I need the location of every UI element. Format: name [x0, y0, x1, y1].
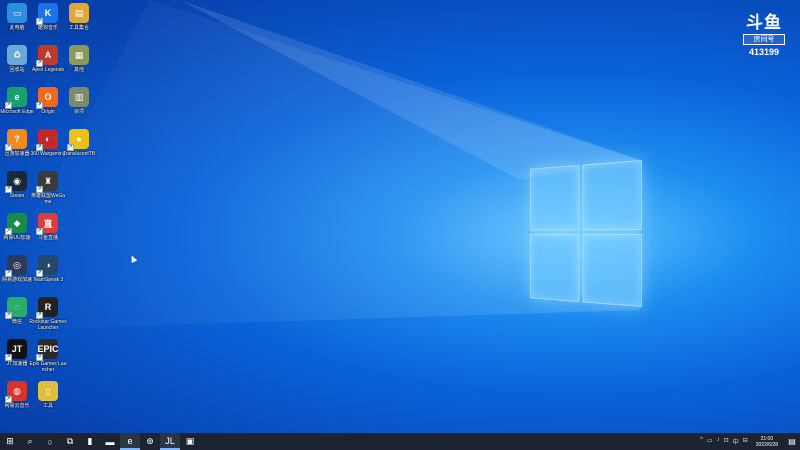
desktop-icon-folder-1[interactable]: ▤ 工具集合: [62, 3, 96, 31]
clock[interactable]: 21:00 2022/6/28: [750, 436, 784, 448]
file-icon[interactable]: ▮: [80, 433, 100, 450]
tray-icon-3[interactable]: ⊡: [722, 437, 731, 446]
orange-app-taskbar-icon[interactable]: ▣: [180, 433, 200, 450]
folder-4-icon: ▯: [38, 381, 58, 401]
search-icon[interactable]: ⌕: [20, 433, 40, 450]
desktop-icon-app-yellow[interactable]: ● ↗ TranslucentTB: [62, 129, 96, 157]
rockstar-icon: R ↗: [36, 297, 58, 319]
mouse-cursor: [128, 254, 138, 263]
desktop-icon-folder-3[interactable]: ▥ 杂项: [62, 87, 96, 115]
tray-icon-2[interactable]: ♪: [715, 437, 722, 446]
shortcut-arrow-icon: ↗: [36, 60, 43, 67]
shortcut-arrow-icon: ↗: [36, 102, 43, 109]
shortcut-arrow-icon: ↗: [36, 354, 43, 361]
app-green-icon: ◆ ↗: [5, 213, 27, 235]
shortcut-arrow-icon: ↗: [36, 144, 43, 151]
desktop-icon-teamspeak[interactable]: ◑ ↗ TeamSpeak 3: [31, 255, 65, 283]
folder-3-icon: ▥: [69, 87, 89, 107]
netease-music-icon: ◍ ↗: [5, 381, 27, 403]
desktop-icon-folder-2[interactable]: ▦ 其他: [62, 45, 96, 73]
room-id: 413199: [748, 47, 780, 57]
shortcut-arrow-icon: ↗: [36, 228, 43, 235]
clock-date: 2022/6/28: [755, 441, 778, 448]
desktop-icon-label: Epic Games Launcher: [29, 361, 67, 373]
desktop-icon-label: 杂项: [73, 109, 84, 115]
desktop-icon-label: 工具集合: [68, 25, 89, 31]
start-icon[interactable]: ⊞: [0, 433, 20, 450]
shortcut-arrow-icon: ↗: [5, 186, 12, 193]
taskbar: ⊞ ⌕ ○ ⧉ ▮ ▬ e ⊛ JL ▣ ^ ▭ ♪ ⊡ 中 ⊟ 21:00 2022/6/28 ▤: [0, 433, 800, 450]
desktop-icon-label: Rockstar Games Launcher: [29, 319, 67, 331]
desktop-icon-game-1[interactable]: ♜ ↗ 英雄联盟WeGame: [31, 171, 65, 205]
desktop-icon-rockstar[interactable]: R ↗ Rockstar Games Launcher: [29, 297, 67, 331]
epic-icon: EPIC ↗: [36, 339, 59, 361]
desktop-icon-label: 英雄联盟WeGame: [30, 193, 66, 205]
apex-icon: A ↗: [36, 45, 58, 67]
app-yellow-icon: ● ↗: [67, 129, 89, 151]
wallpaper-light-beams: [0, 0, 640, 330]
douyu-watermark: 斗鱼 房间号 413199: [742, 12, 786, 57]
folder-1-icon: ▤: [69, 3, 89, 23]
shortcut-arrow-icon: ↗: [5, 312, 12, 319]
tray-icon-1[interactable]: ▭: [705, 437, 715, 446]
this-pc-icon: ▭: [7, 3, 27, 23]
shortcut-arrow-icon: ↗: [36, 270, 43, 277]
desktop-icon-label: 斗鱼直播: [37, 235, 58, 241]
app-red-tv-icon: 直 ↗: [36, 213, 58, 235]
shortcut-arrow-icon: ↗: [36, 186, 43, 193]
room-label: 房间号: [743, 34, 785, 45]
edge-icon: e ↗: [5, 87, 27, 109]
recycle-bin-icon: ♻: [7, 45, 27, 65]
system-tray: ^ ▭ ♪ ⊡ 中 ⊟ 21:00 2022/6/28 ▤: [698, 433, 800, 450]
shortcut-arrow-icon: ↗: [5, 228, 12, 235]
task-view-icon[interactable]: ⧉: [60, 433, 80, 450]
shortcut-arrow-icon: ↗: [36, 312, 43, 319]
desktop-icon-label: 其他: [73, 67, 84, 73]
shortcut-arrow-icon: ↗: [5, 102, 12, 109]
desktop-icon-app-red-tv[interactable]: 直 ↗ 斗鱼直播: [31, 213, 65, 241]
shortcut-arrow-icon: ↗: [5, 144, 12, 151]
cortana-icon[interactable]: ○: [40, 433, 60, 450]
kugou-icon: K ↗: [36, 3, 58, 25]
shortcut-arrow-icon: ↗: [5, 270, 12, 277]
game-1-icon: ♜ ↗: [36, 171, 58, 193]
wechat-icon: ◌ ↗: [5, 297, 27, 319]
jt-taskbar-icon[interactable]: JL: [160, 433, 180, 450]
teamspeak-icon: ◑ ↗: [36, 255, 58, 277]
tray-icon-0[interactable]: ^: [698, 437, 705, 446]
shortcut-arrow-icon: ↗: [5, 354, 12, 361]
shortcut-arrow-icon: ↗: [67, 144, 74, 151]
desktop-icon-label: TranslucentTB: [62, 151, 96, 157]
app-dark-1-icon: ◎ ↗: [5, 255, 27, 277]
wot-icon: ◐ ↗: [36, 129, 58, 151]
edge-taskbar-icon[interactable]: e: [120, 433, 140, 450]
windows-logo-wallpaper: [529, 160, 642, 307]
douyu-logo: 斗鱼: [746, 13, 782, 32]
desktop-icon-label: 工具: [42, 403, 53, 409]
origin-icon: O ↗: [36, 87, 58, 109]
desktop-icon-epic[interactable]: EPIC ↗ Epic Games Launcher: [29, 339, 67, 373]
tray-icon-4[interactable]: 中: [731, 437, 741, 446]
shortcut-arrow-icon: ↗: [5, 396, 12, 403]
desktop-icon-folder-4[interactable]: ▯ 工具: [31, 381, 65, 409]
folder-2-icon: ▦: [69, 45, 89, 65]
app-jt-icon: JT ↗: [5, 339, 27, 361]
shortcut-arrow-icon: ↗: [36, 18, 43, 25]
app-orange-icon: ? ↗: [5, 129, 27, 151]
tray-icon-5[interactable]: ⊟: [741, 437, 750, 446]
gamepad-icon[interactable]: ⊛: [140, 433, 160, 450]
steam-icon: ◉ ↗: [5, 171, 27, 193]
folder-icon[interactable]: ▬: [100, 433, 120, 450]
desktop-icon-label: TeamSpeak 3: [32, 277, 64, 283]
notification-icon[interactable]: ▤: [784, 433, 800, 450]
